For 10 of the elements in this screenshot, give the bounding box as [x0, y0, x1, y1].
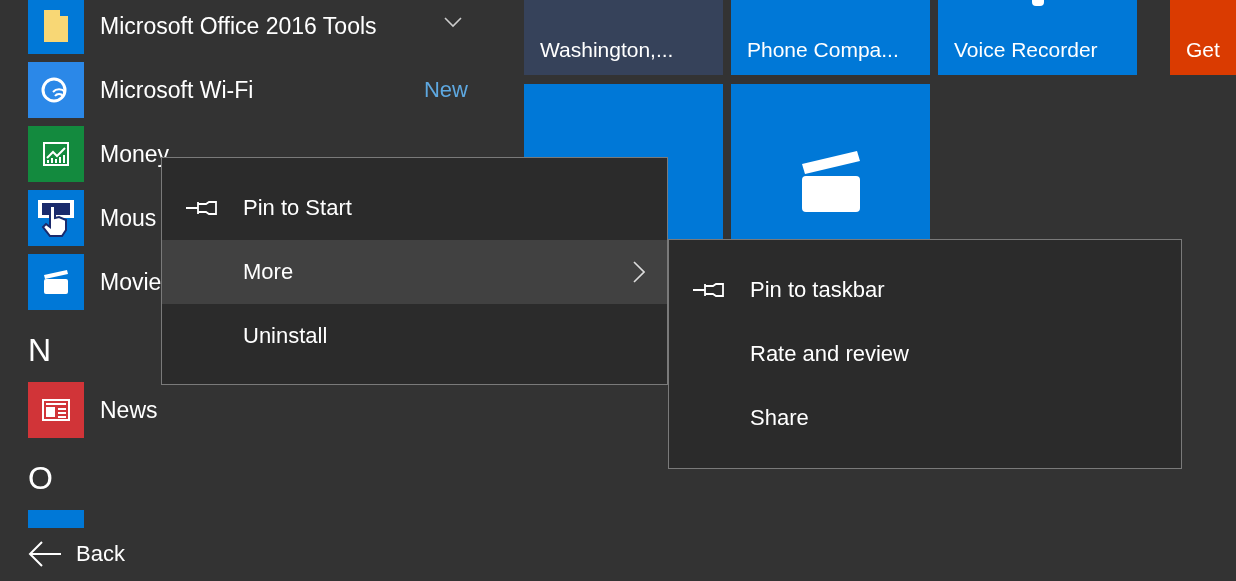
app-name: Mous	[100, 204, 157, 233]
new-label: New	[424, 76, 468, 104]
app-name: Microsoft Office 2016 Tools	[100, 12, 377, 41]
app-name: Movie	[100, 268, 162, 297]
tile-label: Phone Compa...	[746, 38, 899, 63]
tile-label: Washington,...	[539, 38, 674, 63]
tile-label: Get	[1185, 38, 1220, 63]
tile-label: Voice Recorder	[953, 38, 1098, 63]
app-name: News	[100, 396, 158, 425]
app-name: Microsoft Wi-Fi	[100, 76, 254, 105]
